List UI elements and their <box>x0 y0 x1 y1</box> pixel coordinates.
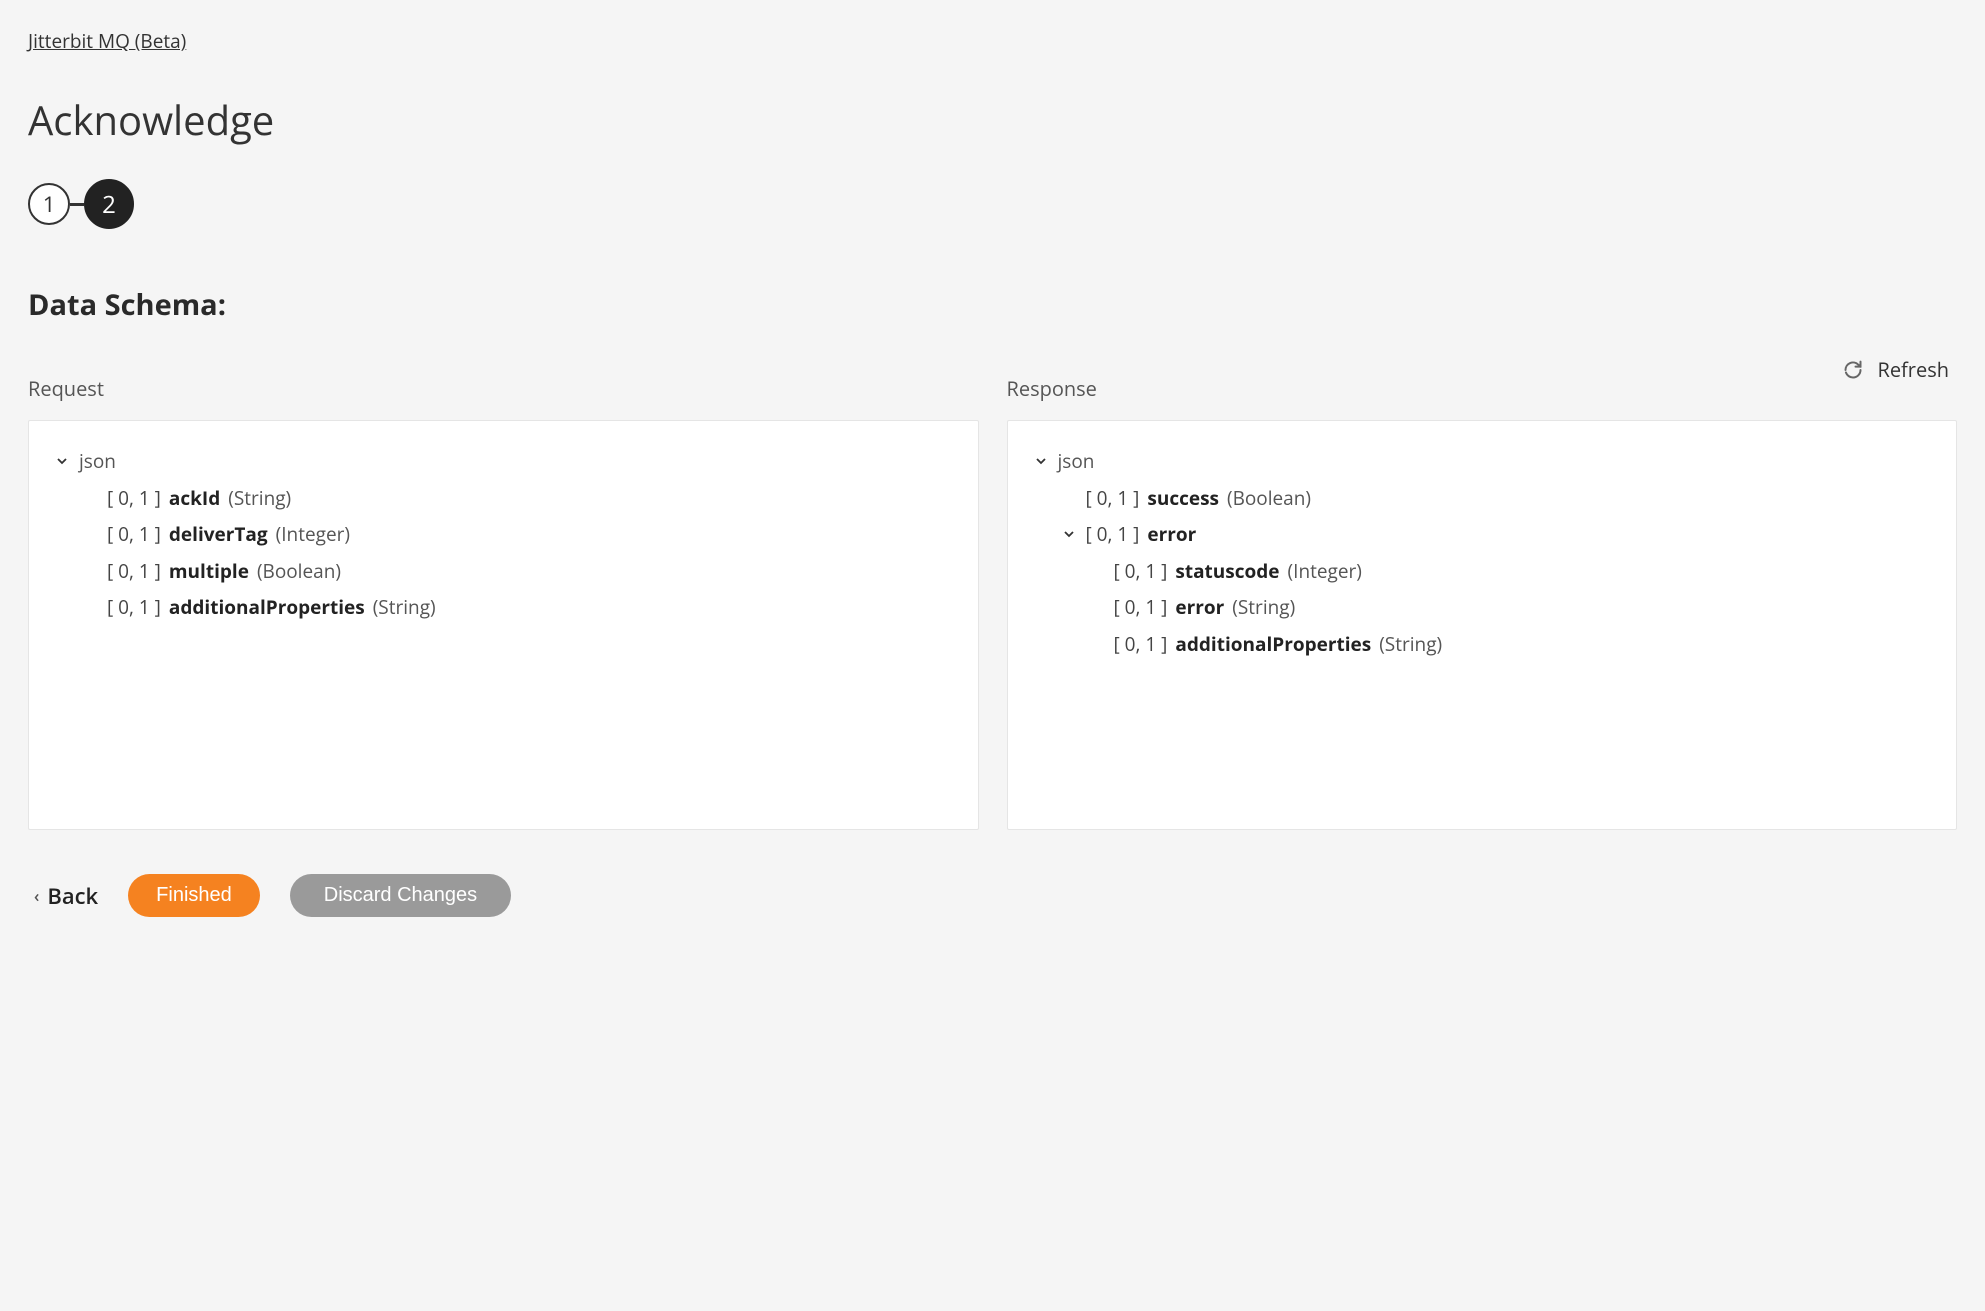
request-field[interactable]: [ 0, 1 ] ackId (String) <box>53 480 954 517</box>
step-connector <box>70 203 84 206</box>
field-cardinality: [ 0, 1 ] <box>1114 557 1168 586</box>
response-error-child[interactable]: [ 0, 1 ] additionalProperties (String) <box>1032 626 1933 663</box>
field-type: (Integer) <box>1288 557 1362 586</box>
response-label: Response <box>1007 375 1958 402</box>
response-column: Response json [ 0, 1 ] success (Boolean)… <box>1007 375 1958 830</box>
field-cardinality: [ 0, 1 ] <box>107 520 161 549</box>
step-2[interactable]: 2 <box>84 179 134 229</box>
field-type: (String) <box>1232 593 1295 622</box>
field-type: (Boolean) <box>1227 484 1311 513</box>
data-schema-heading: Data Schema: <box>28 285 1957 324</box>
request-panel: json [ 0, 1 ] ackId (String)[ 0, 1 ] del… <box>28 420 979 830</box>
field-name: additionalProperties <box>1175 630 1371 659</box>
response-root-node[interactable]: json <box>1032 443 1933 480</box>
chevron-down-icon[interactable] <box>1032 455 1050 467</box>
field-type: (String) <box>373 593 436 622</box>
field-name: additionalProperties <box>169 593 365 622</box>
back-label: Back <box>47 881 98 911</box>
field-cardinality: [ 0, 1 ] <box>1086 484 1140 513</box>
response-error-child[interactable]: [ 0, 1 ] statuscode (Integer) <box>1032 553 1933 590</box>
response-field-error[interactable]: [ 0, 1 ] error <box>1032 516 1933 553</box>
chevron-down-icon[interactable] <box>53 455 71 467</box>
request-column: Request json [ 0, 1 ] ackId (String)[ 0,… <box>28 375 979 830</box>
field-cardinality: [ 0, 1 ] <box>107 484 161 513</box>
chevron-left-icon: ‹ <box>34 885 39 907</box>
breadcrumb-link[interactable]: Jitterbit MQ (Beta) <box>28 28 186 54</box>
field-type: (String) <box>1379 630 1442 659</box>
response-root-label: json <box>1058 447 1095 476</box>
request-label: Request <box>28 375 979 402</box>
field-cardinality: [ 0, 1 ] <box>1114 593 1168 622</box>
field-name: error <box>1175 593 1224 622</box>
field-cardinality: [ 0, 1 ] <box>1114 630 1168 659</box>
discard-changes-button[interactable]: Discard Changes <box>290 874 511 917</box>
field-name: multiple <box>169 557 249 586</box>
request-field[interactable]: [ 0, 1 ] multiple (Boolean) <box>53 553 954 590</box>
field-name: success <box>1147 484 1219 513</box>
request-field[interactable]: [ 0, 1 ] deliverTag (Integer) <box>53 516 954 553</box>
request-root-label: json <box>79 447 116 476</box>
request-field[interactable]: [ 0, 1 ] additionalProperties (String) <box>53 589 954 626</box>
field-cardinality: [ 0, 1 ] <box>107 557 161 586</box>
footer-actions: ‹ Back Finished Discard Changes <box>28 874 1957 917</box>
field-cardinality: [ 0, 1 ] <box>107 593 161 622</box>
page-title: Acknowledge <box>28 92 1957 147</box>
step-1[interactable]: 1 <box>28 183 70 225</box>
response-error-child[interactable]: [ 0, 1 ] error (String) <box>1032 589 1933 626</box>
field-type: (Boolean) <box>257 557 341 586</box>
response-panel: json [ 0, 1 ] success (Boolean) [ 0, 1 ]… <box>1007 420 1958 830</box>
field-type: (String) <box>228 484 291 513</box>
field-name: statuscode <box>1175 557 1279 586</box>
request-root-node[interactable]: json <box>53 443 954 480</box>
field-cardinality: [ 0, 1 ] <box>1086 520 1140 549</box>
response-field-success[interactable]: [ 0, 1 ] success (Boolean) <box>1032 480 1933 517</box>
finished-button[interactable]: Finished <box>128 874 260 917</box>
field-name: deliverTag <box>169 520 268 549</box>
chevron-down-icon[interactable] <box>1060 528 1078 540</box>
stepper: 1 2 <box>28 179 1957 229</box>
back-button[interactable]: ‹ Back <box>34 881 98 911</box>
field-type: (Integer) <box>276 520 350 549</box>
field-name: error <box>1147 520 1196 549</box>
field-name: ackId <box>169 484 220 513</box>
